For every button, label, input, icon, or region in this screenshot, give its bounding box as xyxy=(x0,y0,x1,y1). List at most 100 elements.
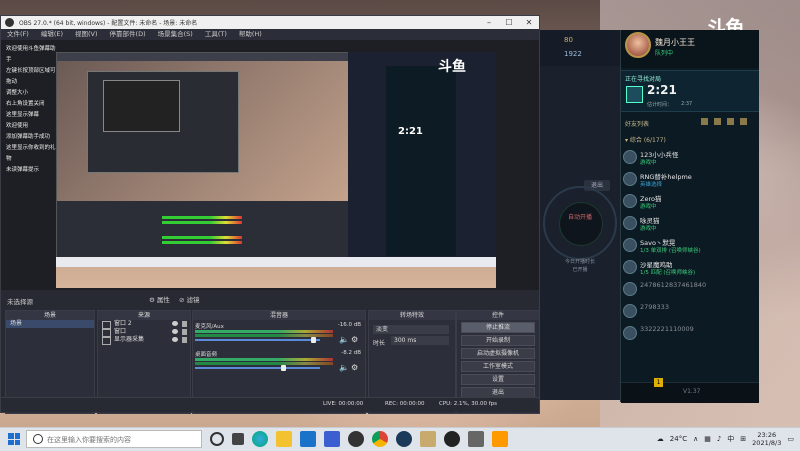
friend-item[interactable]: RNG替补helpme 英雄选择 xyxy=(621,169,759,191)
transition-select[interactable]: 淡变 xyxy=(373,325,449,334)
scene-item[interactable]: 场景 xyxy=(6,320,94,328)
ime-icon[interactable]: ⊞ xyxy=(740,435,746,443)
menu-item[interactable]: 停靠部件(D) xyxy=(104,29,152,40)
search-input[interactable] xyxy=(45,432,199,448)
gear-icon[interactable]: ⚙ xyxy=(351,363,358,372)
weather-icon[interactable]: ☁ xyxy=(657,435,664,443)
control-button[interactable]: 停止推流 xyxy=(461,322,535,333)
taskbar-search[interactable] xyxy=(26,430,202,448)
source-item[interactable]: 窗口 2 xyxy=(98,320,190,329)
mail-icon[interactable] xyxy=(300,431,316,447)
friend-item[interactable]: 2478612837461840 xyxy=(621,279,759,301)
mixer-track: 桌面音频 -8.2 dB 🔈 ⚙ xyxy=(193,348,365,376)
scenes-header: 场景 xyxy=(6,311,94,320)
friend-item[interactable]: 沙星魔鸡助 1/5 匹配 (召唤师峡谷) xyxy=(621,257,759,279)
menu-item[interactable]: 编辑(E) xyxy=(35,29,69,40)
sort-icon[interactable] xyxy=(727,118,734,125)
control-button[interactable]: 启动虚拟摄像机 xyxy=(461,348,535,359)
volume-slider[interactable] xyxy=(195,367,320,369)
menu-item[interactable]: 工具(T) xyxy=(199,29,233,40)
volume-slider[interactable] xyxy=(195,339,320,341)
file-explorer-icon[interactable] xyxy=(276,431,292,447)
duration-input[interactable]: 300 ms xyxy=(391,336,449,345)
app-icon[interactable] xyxy=(468,431,484,447)
track-name: 桌面音频 xyxy=(195,352,218,358)
douyu-app-icon[interactable] xyxy=(492,431,508,447)
friend-item[interactable]: 咏灵猫 游戏中 xyxy=(621,213,759,235)
windows-start-icon[interactable] xyxy=(8,433,20,445)
notification-badge[interactable]: 1 xyxy=(654,378,663,387)
visibility-icon[interactable] xyxy=(172,329,178,334)
control-button[interactable]: 开始录制 xyxy=(461,335,535,346)
maximize-icon[interactable]: ☐ xyxy=(499,16,519,29)
menu-bar: 文件(F) 编辑(E) 视图(V) 停靠部件(D) 场景集合(S) 工具(T) 帮助(H) xyxy=(1,29,539,40)
xbox-icon[interactable] xyxy=(348,431,364,447)
speaker-icon[interactable]: 🔈 xyxy=(339,363,349,372)
menu-item[interactable]: 帮助(H) xyxy=(233,29,268,40)
lock-icon[interactable] xyxy=(182,337,187,343)
coin-count-2: 1922 xyxy=(564,50,582,58)
system-tray: ☁ 24°C ∧ ▦ ♪ 中 ⊞ 23:26 2021/8/3 ▭ xyxy=(657,431,794,447)
friend-item[interactable]: 3322221110009 xyxy=(621,323,759,345)
lol-friends-panel[interactable]: 魏月小王王 队列中 正在寻找对局 2:21 估计时间： 2:37 好友列表 ▾ … xyxy=(620,30,759,403)
auto-stream-circle[interactable]: 自动开播 xyxy=(543,186,617,260)
close-icon[interactable]: ✕ xyxy=(519,16,539,29)
minimize-icon[interactable]: – xyxy=(479,16,499,29)
avatar[interactable] xyxy=(625,32,651,58)
clock[interactable]: 23:26 2021/8/3 xyxy=(752,431,781,447)
preview-canvas[interactable]: 欢迎使用斗鱼弹幕助手 左键长按顶部区域可拖动 调整大小 右上角设置关闭 这里显示弹幕 欢迎… xyxy=(1,40,539,290)
friend-item[interactable]: 2798333 xyxy=(621,301,759,323)
visibility-icon[interactable] xyxy=(172,337,178,342)
temperature[interactable]: 24°C xyxy=(670,435,687,443)
add-friend-icon[interactable] xyxy=(701,118,708,125)
user-status: 队列中 xyxy=(655,50,674,57)
control-button[interactable]: 工作室模式 xyxy=(461,361,535,372)
visibility-icon[interactable] xyxy=(172,321,178,326)
volume-icon[interactable]: ♪ xyxy=(717,435,721,443)
chevron-up-icon[interactable]: ∧ xyxy=(693,435,698,443)
queue-timer[interactable]: 正在寻找对局 2:21 估计时间： 2:37 xyxy=(621,70,759,112)
friend-avatar xyxy=(623,282,637,296)
steam-icon[interactable] xyxy=(396,431,412,447)
friends-toolbar xyxy=(701,118,747,125)
volume-handle[interactable] xyxy=(281,365,286,371)
control-button[interactable]: 设置 xyxy=(461,374,535,385)
mixer-track: 麦克风/Aux -16.0 dB 🔈 ⚙ xyxy=(193,320,365,348)
input-language[interactable]: 中 xyxy=(727,434,734,444)
friend-name: 2478612837461840 xyxy=(640,281,707,289)
menu-item[interactable]: 文件(F) xyxy=(1,29,35,40)
taskbar-apps xyxy=(210,431,508,447)
speaker-icon[interactable]: 🔈 xyxy=(339,335,349,344)
menu-item[interactable]: 视图(V) xyxy=(69,29,104,40)
task-view-icon[interactable] xyxy=(210,432,224,446)
add-folder-icon[interactable] xyxy=(714,118,721,125)
network-icon[interactable]: ▦ xyxy=(704,435,711,443)
source-item[interactable]: 显示器采集 xyxy=(98,336,190,345)
version: V1.37 xyxy=(683,388,701,395)
filters-button[interactable]: ⊘ 滤镜 xyxy=(179,294,200,304)
app-blue-icon[interactable] xyxy=(324,431,340,447)
friend-item[interactable]: Savo丶默晃 1/3 单双排 (召唤师峡谷) xyxy=(621,235,759,257)
properties-button[interactable]: ⚙ 属性 xyxy=(149,294,170,304)
volume-handle[interactable] xyxy=(311,337,316,343)
lock-icon[interactable] xyxy=(182,321,187,327)
friend-name: 2798333 xyxy=(640,303,669,311)
gear-icon[interactable]: ⚙ xyxy=(351,335,358,344)
task-switch-icon[interactable] xyxy=(232,433,244,445)
search-icon[interactable] xyxy=(740,118,747,125)
lol-icon[interactable] xyxy=(420,431,436,447)
friend-item[interactable]: 123小小兵怪 游戏中 xyxy=(621,147,759,169)
track-name: 麦克风/Aux xyxy=(195,324,224,330)
chrome-icon[interactable] xyxy=(372,431,388,447)
source-item[interactable]: 窗口 xyxy=(98,328,190,337)
notification-icon[interactable]: ▭ xyxy=(787,435,794,443)
lock-icon[interactable] xyxy=(182,329,187,335)
menu-item[interactable]: 场景集合(S) xyxy=(152,29,199,40)
edge-icon[interactable] xyxy=(252,431,268,447)
friend-item[interactable]: Zero猫 游戏中 xyxy=(621,191,759,213)
level-meter xyxy=(195,330,333,333)
friend-group[interactable]: ▾ 综合 (6/177) xyxy=(625,135,666,144)
obs-titlebar[interactable]: OBS 27.0.* (64 bit, windows) - 配置文件: 未命名… xyxy=(1,16,539,29)
obs-icon[interactable] xyxy=(444,431,460,447)
obs-window[interactable]: OBS 27.0.* (64 bit, windows) - 配置文件: 未命名… xyxy=(0,15,540,414)
